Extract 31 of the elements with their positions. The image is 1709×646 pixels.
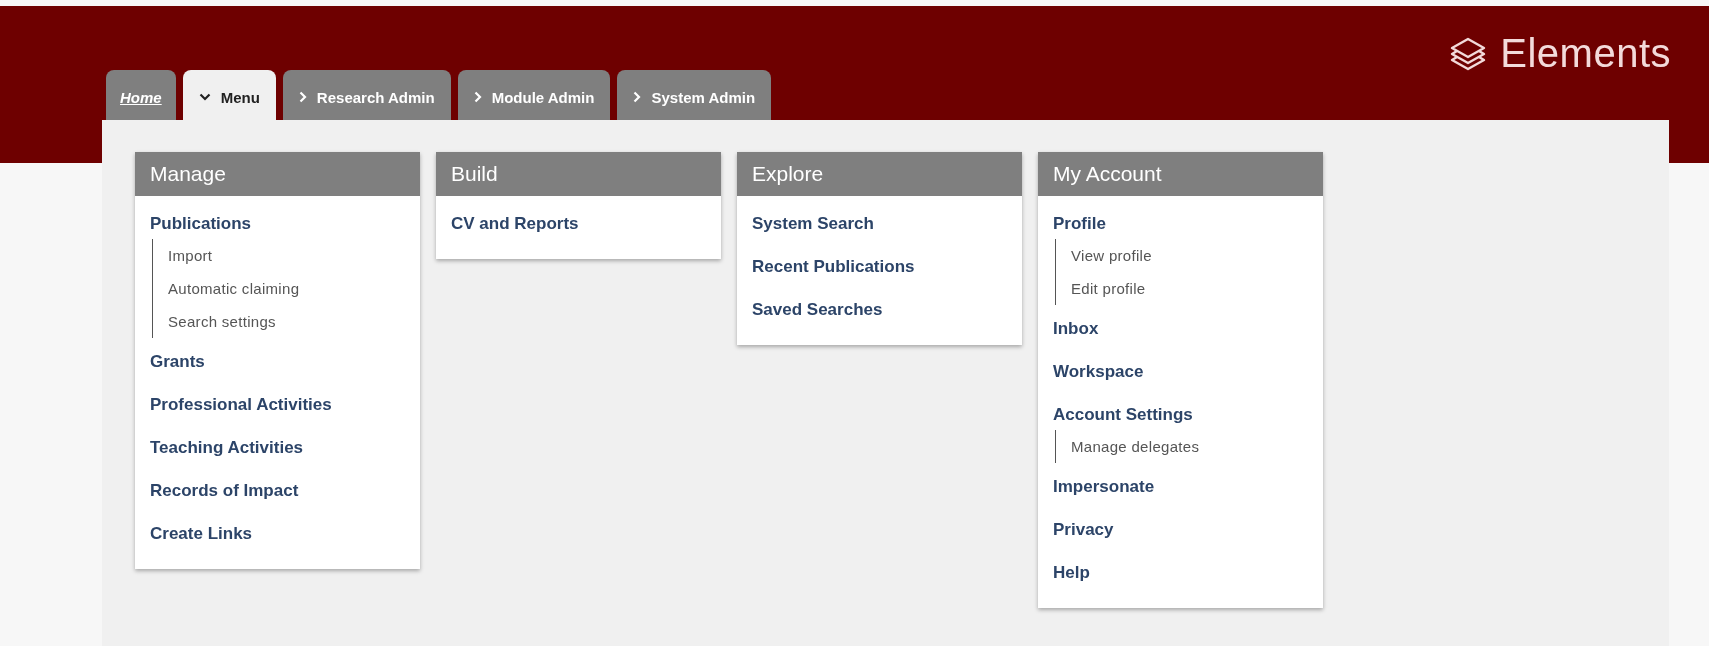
chevron-right-icon	[473, 91, 482, 103]
menu-tab[interactable]: Module Admin	[457, 70, 611, 120]
menu-link[interactable]: Grants	[150, 344, 405, 387]
home-link[interactable]: Home	[106, 70, 176, 120]
menu-link[interactable]: Privacy	[1053, 512, 1308, 555]
chevron-down-icon	[198, 93, 211, 101]
menu-heading: My Account	[1038, 152, 1323, 196]
menu-link[interactable]: System Search	[752, 206, 1007, 249]
menu-link[interactable]: Impersonate	[1053, 469, 1308, 512]
menu-link[interactable]: CV and Reports	[451, 206, 706, 249]
menu-heading: Explore	[737, 152, 1022, 196]
menu-link[interactable]: Professional Activities	[150, 387, 405, 430]
submenu-link[interactable]: Edit profile	[1071, 272, 1308, 305]
menu-link[interactable]: Records of Impact	[150, 473, 405, 516]
submenu-link[interactable]: Automatic claiming	[168, 272, 405, 305]
menu-link[interactable]: Teaching Activities	[150, 430, 405, 473]
menu-tab[interactable]: Research Admin	[282, 70, 451, 120]
logo-text: Elements	[1500, 31, 1671, 76]
menu-link[interactable]: Inbox	[1053, 311, 1308, 354]
menu-link[interactable]: Saved Searches	[752, 292, 1007, 335]
menu-heading: Build	[436, 152, 721, 196]
submenu-link[interactable]: Search settings	[168, 305, 405, 338]
menu-tab[interactable]: Menu	[182, 70, 276, 120]
menu-tab[interactable]: System Admin	[617, 70, 772, 120]
menu-link[interactable]: Workspace	[1053, 354, 1308, 397]
menu-link[interactable]: Recent Publications	[752, 249, 1007, 292]
menu-link[interactable]: Create Links	[150, 516, 405, 559]
menu-heading: Manage	[135, 152, 420, 196]
menu-link[interactable]: Help	[1053, 555, 1308, 598]
chevron-right-icon	[298, 91, 307, 103]
chevron-right-icon	[633, 91, 642, 103]
